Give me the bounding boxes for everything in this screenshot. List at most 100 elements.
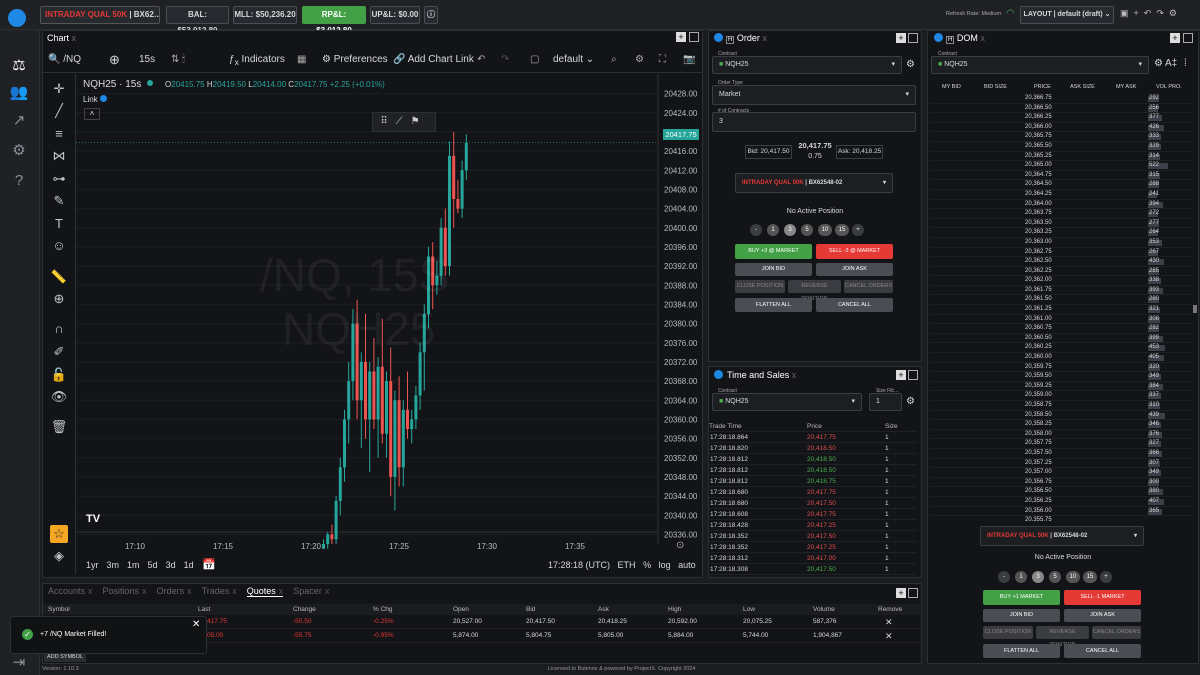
session-toggle[interactable]: ETH — [618, 560, 636, 570]
symbol-search[interactable]: 🔍 /NQ — [48, 47, 81, 73]
eye-icon[interactable]: 👁 — [50, 388, 68, 406]
qty-button[interactable]: 5 — [801, 224, 813, 236]
crosshair-icon[interactable]: ✛ — [50, 80, 68, 98]
maximize-icon[interactable] — [1183, 33, 1193, 43]
dom-row[interactable]: 20,362.00 338 — [930, 276, 1192, 286]
add-panel-icon[interactable]: + — [1170, 33, 1180, 43]
dom-row[interactable]: 20,358.25 346 — [930, 420, 1192, 430]
gear-icon[interactable]: ⚙ — [8, 140, 30, 162]
undo-icon[interactable]: ↶ — [477, 47, 485, 73]
tab-orders[interactable]: Orders x — [157, 586, 192, 596]
table-row[interactable]: 17:28:18.608 20,417.75 1 — [709, 509, 917, 520]
dom-row[interactable]: 20,356.75 300 — [930, 478, 1192, 488]
cancel-all-button[interactable]: CANCEL ALL — [816, 298, 893, 312]
brush-icon[interactable]: ✎ — [50, 192, 68, 210]
tab-quotes[interactable]: Quotes x — [246, 586, 284, 597]
cancel-orders-button[interactable]: CANCEL ORDERS — [844, 280, 893, 293]
redo-icon[interactable]: ↷ — [1156, 8, 1169, 18]
save-icon[interactable]: ▣ — [1120, 8, 1134, 18]
dom-row[interactable]: 20,358.50 439 — [930, 411, 1192, 421]
pencil-lock-icon[interactable]: ✐ — [50, 343, 68, 361]
layout-actions[interactable]: ▣+↶↷⚙ — [1120, 8, 1198, 19]
info-icon[interactable]: ⓘ — [424, 6, 438, 24]
layout-selector[interactable]: LAYOUT | default (draft) ⌄ — [1020, 6, 1114, 24]
trendline-icon[interactable]: ╱ — [50, 102, 68, 120]
dom-row[interactable]: 20,365.00 522 — [930, 161, 1192, 171]
table-row[interactable]: 17:28:18.428 20,417.25 1 — [709, 520, 917, 531]
redo-icon[interactable]: ↷ — [501, 47, 509, 73]
join-ask-button[interactable]: JOIN ASK — [1064, 609, 1141, 622]
qty-button[interactable]: + — [1100, 571, 1112, 583]
cancel-all-button[interactable]: CANCEL ALL — [1064, 644, 1141, 658]
line-tool-icon[interactable]: ⟋ — [396, 116, 411, 127]
interval-button[interactable]: 15s — [139, 47, 155, 73]
dom-row[interactable]: 20,360.25 453 — [930, 343, 1192, 354]
qty-button[interactable]: 1 — [767, 224, 779, 236]
maximize-icon[interactable] — [908, 370, 918, 380]
square-icon[interactable]: ▢ — [530, 47, 539, 73]
qty-button[interactable]: 3 — [1032, 571, 1044, 583]
flag-icon[interactable]: ⚑ — [411, 116, 428, 127]
close-position-button[interactable]: CLOSE POSITION — [735, 280, 785, 293]
collapse-legend-icon[interactable]: ˄ — [84, 108, 100, 120]
sell-market-button[interactable]: SELL -3 @ MARKET — [816, 244, 893, 259]
dom-row[interactable]: 20,363.25 264 — [930, 228, 1192, 238]
dom-row[interactable]: 20,359.50 349 — [930, 372, 1192, 382]
remove-icon[interactable]: ✕ — [885, 629, 893, 643]
maximize-icon[interactable] — [908, 33, 918, 43]
tab-dom[interactable]: H DOM x — [946, 31, 985, 45]
add-chart-link-button[interactable]: 🔗 Add Chart Link — [393, 47, 474, 73]
bar-style-icon[interactable]: ⇅ 🕯 — [171, 47, 185, 73]
add-symbol-button[interactable]: ADD SYMBOL — [44, 653, 87, 662]
join-bid-button[interactable]: JOIN BID — [983, 609, 1060, 622]
join-bid-button[interactable]: JOIN BID — [735, 263, 812, 276]
dom-row[interactable]: 20,356.00 365 — [930, 507, 1192, 517]
range-button[interactable]: 3m — [107, 560, 120, 570]
range-button[interactable]: 1yr — [86, 560, 99, 570]
remove-icon[interactable]: ✕ — [885, 615, 893, 629]
add-panel-icon[interactable]: + — [896, 588, 906, 598]
close-icon[interactable]: x — [88, 586, 93, 596]
add-panel-icon[interactable]: + — [676, 32, 686, 42]
buy-market-button[interactable]: BUY +3 @ MARKET — [735, 244, 812, 259]
tab-positions[interactable]: Positions x — [103, 586, 147, 596]
maximize-icon[interactable] — [908, 588, 918, 598]
qty-button[interactable]: + — [852, 224, 864, 236]
range-button[interactable]: 3d — [166, 560, 176, 570]
indicators-button[interactable]: ƒx Indicators — [229, 47, 285, 75]
reverse-position-button[interactable]: REVERSE POSITION — [1036, 626, 1089, 648]
tab-accounts[interactable]: Accounts x — [48, 586, 93, 596]
size-filter-input[interactable]: 1 — [869, 393, 902, 411]
dom-row[interactable]: 20,356.25 407 — [930, 497, 1192, 507]
analytics-icon[interactable]: ↗ — [8, 110, 30, 132]
dom-row[interactable]: 20,364.25 241 — [930, 190, 1192, 200]
grip-icon[interactable]: ⠿ — [380, 116, 395, 127]
dom-row[interactable]: 20,359.00 337 — [930, 391, 1192, 401]
template-selector[interactable]: default ⌄ — [553, 47, 594, 73]
text-icon[interactable]: T — [50, 215, 68, 233]
cancel-orders-button[interactable]: CANCEL ORDERS — [1092, 626, 1141, 639]
table-row[interactable]: 17:28:18.352 20,417.50 1 — [709, 531, 917, 542]
layout-grid-icon[interactable]: ▦ — [297, 47, 306, 73]
qty-button[interactable]: 15 — [835, 224, 849, 236]
layers-icon[interactable]: ◈ — [50, 547, 68, 565]
goto-now-icon[interactable]: ⊙ — [676, 540, 684, 551]
dom-row[interactable]: 20,360.00 405 — [930, 353, 1192, 363]
star-icon[interactable]: ☆ — [50, 525, 68, 543]
table-row[interactable]: 17:28:18.308 20,417.50 1 — [709, 564, 917, 575]
order-type-select[interactable]: Market ▾ — [712, 85, 916, 105]
gear-icon[interactable]: ⚙ — [906, 396, 915, 407]
dom-row[interactable]: 20,358.75 310 — [930, 401, 1192, 411]
tab-trades[interactable]: Trades x — [202, 586, 237, 596]
ts-contract-select[interactable]: ■ NQH25 ▾ — [712, 393, 862, 411]
dom-row[interactable]: 20,360.50 399 — [930, 334, 1192, 344]
table-row[interactable]: 17:28:18.812 20,418.75 1 — [709, 476, 917, 487]
close-icon[interactable]: x — [325, 586, 330, 596]
table-row[interactable]: 17:28:18.352 20,417.25 1 — [709, 542, 917, 553]
range-button[interactable]: 1d — [184, 560, 194, 570]
log-toggle[interactable]: log — [659, 560, 671, 570]
floating-draw-toolbar[interactable]: ⠿⟋⚑ — [372, 112, 436, 132]
dom-row[interactable]: 20,357.50 366 — [930, 449, 1192, 459]
font-size-icon[interactable]: A‡ — [1165, 58, 1177, 69]
dom-row[interactable]: 20,357.00 349 — [930, 468, 1192, 478]
